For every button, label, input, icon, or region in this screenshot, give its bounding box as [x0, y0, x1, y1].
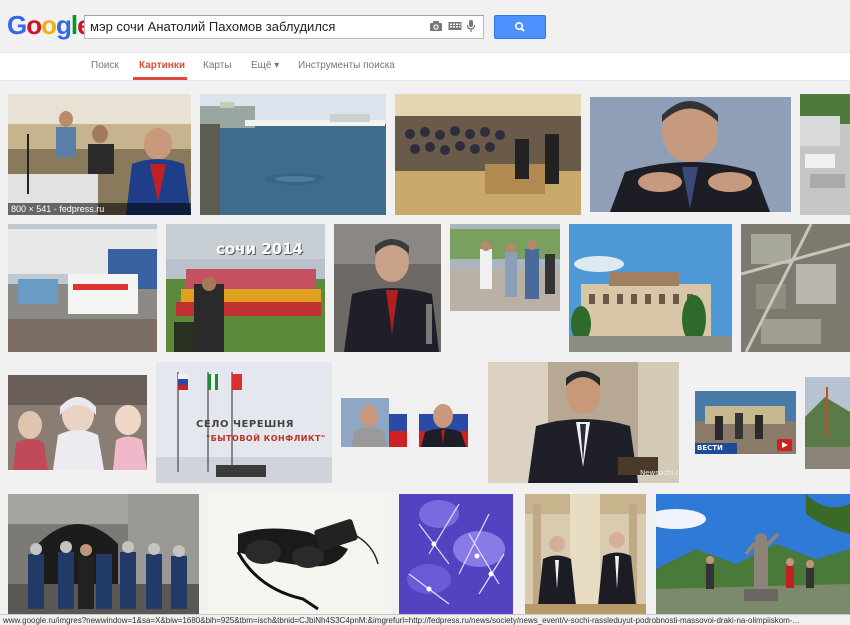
image-results-grid: 800 × 541 - fedpress.ru сочи 2014 СЕЛО Ч… — [0, 81, 850, 615]
thumbnail-image — [656, 494, 850, 615]
camera-icon[interactable] — [429, 20, 443, 32]
image-result[interactable] — [200, 94, 386, 215]
keyboard-icon[interactable] — [448, 20, 462, 32]
image-result[interactable] — [8, 224, 157, 352]
thumbnail-image — [800, 94, 850, 215]
microphone-icon[interactable] — [466, 20, 476, 32]
image-result[interactable] — [419, 398, 468, 447]
village-sign-line1: СЕЛО ЧЕРЕШНЯ — [196, 419, 294, 430]
image-result[interactable]: СЕЛО ЧЕРЕШНЯ "БЫТОВОЙ КОНФЛИКТ" — [156, 362, 332, 483]
image-result[interactable] — [525, 494, 646, 615]
thumbnail-image — [334, 224, 441, 352]
tab-images[interactable]: Картинки — [139, 60, 185, 71]
thumbnail-image — [590, 97, 791, 212]
image-result[interactable]: Newsochi.ru — [488, 362, 679, 483]
thumbnail-image — [488, 362, 679, 483]
image-result[interactable] — [8, 375, 147, 470]
image-result[interactable] — [334, 224, 441, 352]
search-box[interactable] — [84, 15, 484, 39]
thumbnail-image — [208, 494, 391, 615]
image-result[interactable]: сочи 2014 — [166, 224, 325, 352]
tab-search-tools[interactable]: Инструменты поиска — [298, 60, 395, 71]
thumbnail-image — [569, 224, 732, 352]
image-result[interactable] — [208, 494, 391, 615]
thumbnail-image — [419, 398, 468, 447]
image-result[interactable] — [741, 224, 850, 352]
thumbnail-image — [8, 375, 147, 470]
image-result[interactable] — [569, 224, 732, 352]
thumbnail-image — [399, 494, 513, 615]
image-result[interactable]: 800 × 541 - fedpress.ru — [8, 94, 191, 215]
thumbnail-image — [395, 94, 581, 215]
image-result[interactable] — [8, 494, 199, 615]
tab-more[interactable]: Ещё ▾ — [251, 60, 279, 71]
google-logo[interactable]: Google — [7, 10, 92, 41]
image-result[interactable]: ВЕСТИ — [695, 391, 796, 454]
vesti-logo: ВЕСТИ — [697, 444, 723, 452]
top-bar: Google — [0, 0, 850, 53]
image-result[interactable] — [399, 494, 513, 615]
search-icon — [514, 22, 525, 32]
image-result[interactable] — [800, 94, 850, 215]
thumbnail-image — [8, 494, 199, 615]
thumbnail-image — [341, 398, 407, 447]
thumbnail-image — [450, 224, 560, 311]
image-result[interactable] — [341, 398, 407, 447]
watermark-text: Newsochi.ru — [640, 469, 679, 477]
active-tab-indicator — [133, 77, 187, 80]
nav-bar: Поиск Картинки Карты Ещё ▾ Инструменты п… — [0, 53, 850, 81]
thumbnail-image — [525, 494, 646, 615]
image-result[interactable] — [656, 494, 850, 615]
search-button[interactable] — [494, 15, 546, 39]
status-bar-url: www.google.ru/imgres?newwindow=1&sa=X&bi… — [0, 614, 850, 625]
image-result[interactable] — [395, 94, 581, 215]
image-result[interactable] — [450, 224, 560, 311]
image-result[interactable] — [590, 97, 791, 212]
village-sign-line2: "БЫТОВОЙ КОНФЛИКТ" — [206, 434, 326, 443]
thumbnail-image — [805, 377, 850, 469]
thumbnail-image — [8, 94, 191, 215]
image-result[interactable] — [805, 377, 850, 469]
thumbnail-image — [741, 224, 850, 352]
tab-maps[interactable]: Карты — [203, 60, 232, 71]
image-size-caption: 800 × 541 - fedpress.ru — [8, 203, 191, 215]
tab-search[interactable]: Поиск — [91, 60, 119, 71]
search-input[interactable] — [90, 18, 420, 35]
sochi-2014-sign: сочи 2014 — [216, 240, 303, 258]
thumbnail-image — [200, 94, 386, 215]
thumbnail-image — [8, 224, 157, 352]
